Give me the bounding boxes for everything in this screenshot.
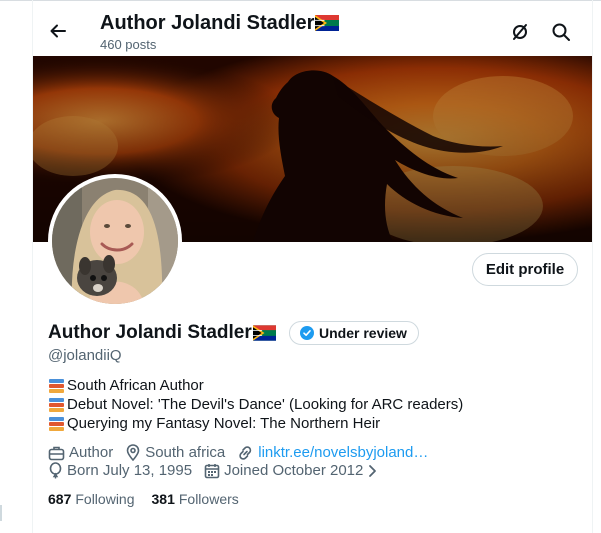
left-edge-fragment <box>0 505 2 521</box>
books-emoji-icon <box>48 397 65 413</box>
briefcase-icon <box>48 446 65 460</box>
verified-badge-icon <box>300 326 314 340</box>
header-title-text: Author Jolandi Stadler <box>100 12 315 34</box>
location-pin-icon <box>126 444 140 461</box>
chevron-right-icon <box>369 464 377 477</box>
bio-line: Debut Novel: 'The Devil's Dance' (Lookin… <box>48 395 463 414</box>
followers-link[interactable]: 381 Followers <box>152 490 239 508</box>
profile-meta-row: Author South africa linktr.ee/novelsbyjo… <box>48 443 440 462</box>
books-emoji-icon <box>48 416 65 432</box>
profile-bio: South African Author Debut Novel: 'The D… <box>48 376 463 433</box>
calendar-icon <box>204 463 220 478</box>
profile-handle: @jolandiiQ <box>48 347 122 364</box>
header-title: Author Jolandi Stadler <box>100 11 340 35</box>
search-icon <box>552 23 570 41</box>
profile-name-text: Author Jolandi Stadler <box>48 322 252 343</box>
joined-item[interactable]: Joined October 2012 <box>204 462 379 479</box>
south-africa-flag-icon <box>252 325 276 341</box>
avatar-photo <box>52 178 178 304</box>
back-button[interactable] <box>44 17 72 45</box>
followers-count: 381 <box>151 491 175 507</box>
posts-count: 460 posts <box>100 37 157 52</box>
link-icon <box>239 445 252 460</box>
books-emoji-icon <box>48 378 65 394</box>
no-signal-icon <box>513 24 527 40</box>
verification-status-badge[interactable]: Under review <box>289 321 419 345</box>
avatar[interactable] <box>48 174 182 308</box>
top-border <box>0 0 601 1</box>
following-link[interactable]: 687 Following <box>48 490 135 508</box>
south-africa-flag-icon <box>315 15 340 31</box>
website-item[interactable]: linktr.ee/novelsbyjoland… <box>237 444 428 461</box>
following-label: Following <box>75 491 135 507</box>
profile-name: Author Jolandi Stadler <box>48 321 276 345</box>
profession-item: Author <box>48 444 113 461</box>
follow-stats: 687 Following 381 Followers <box>48 490 256 508</box>
bio-line: South African Author <box>48 376 463 395</box>
edit-profile-button[interactable]: Edit profile <box>472 253 578 286</box>
search-button[interactable] <box>548 19 574 45</box>
followers-label: Followers <box>178 491 239 507</box>
location-item: South africa <box>125 444 225 461</box>
profile-meta-row: Born July 13, 1995 Joined October 2012 <box>48 461 391 480</box>
arrow-left-icon <box>50 24 66 38</box>
bio-line: Querying my Fantasy Novel: The Northern … <box>48 414 463 433</box>
balloon-icon <box>49 462 62 479</box>
website-link[interactable]: linktr.ee/novelsbyjoland… <box>258 444 428 461</box>
birthday-item: Born July 13, 1995 <box>48 462 192 479</box>
no-signal-button[interactable] <box>507 19 533 45</box>
following-count: 687 <box>48 491 72 507</box>
column-right-border <box>592 0 593 533</box>
verification-label: Under review <box>319 325 407 341</box>
